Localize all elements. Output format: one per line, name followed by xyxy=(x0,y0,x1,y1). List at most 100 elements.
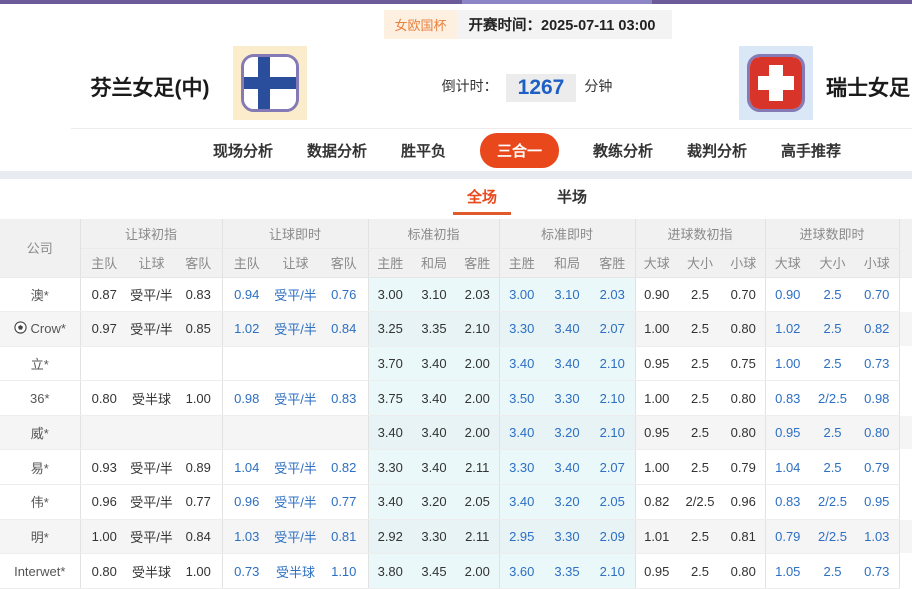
cutoff-cell xyxy=(899,449,912,486)
odds-cell: 0.95 xyxy=(635,415,678,451)
odds-cell: 0.73 xyxy=(855,346,900,382)
odds-cell: 2.11 xyxy=(456,519,500,555)
odds-cell: 3.30 xyxy=(499,311,544,347)
odds-cell: 3.30 xyxy=(412,519,456,555)
sub-header: 小球 xyxy=(722,248,766,278)
odds-cell: 3.70 xyxy=(368,346,412,382)
odds-cell: 1.00 xyxy=(175,380,223,416)
odds-cell: 3.30 xyxy=(368,449,412,486)
odds-cell: 2/2.5 xyxy=(810,380,856,416)
odds-cell: 2.10 xyxy=(590,553,636,589)
odds-cell: 0.97 xyxy=(80,311,128,347)
analysis-nav: 现场分析 数据分析 胜平负 三合一 教练分析 裁判分析 高手推荐 xyxy=(71,128,912,171)
odds-cell xyxy=(271,346,320,382)
odds-row-3: 立* 3.70 3.40 2.00 3.40 3.40 2.10 0.95 2.5 0.75 1.0… xyxy=(0,346,912,382)
odds-cell xyxy=(128,415,175,451)
nav-tab-1[interactable]: 现场分析 xyxy=(213,140,273,161)
cutoff-cell xyxy=(899,484,912,520)
company-cell[interactable]: 易* xyxy=(0,449,81,486)
nav-tab-7[interactable]: 高手推荐 xyxy=(781,140,841,161)
odds-cell: 3.20 xyxy=(544,484,590,520)
odds-cell: 2/2.5 xyxy=(810,484,856,520)
odds-cell: 0.96 xyxy=(80,484,128,520)
odds-cell xyxy=(271,415,320,451)
odds-cell: 0.83 xyxy=(765,380,811,416)
odds-cell: 3.35 xyxy=(544,553,590,589)
odds-cell: 0.76 xyxy=(320,277,369,313)
odds-cell: 0.95 xyxy=(635,553,678,589)
nav-tab-3[interactable]: 胜平负 xyxy=(401,140,446,161)
sub-header: 主队 xyxy=(80,248,128,278)
nav-tab-6[interactable]: 裁判分析 xyxy=(687,140,747,161)
odds-cell: 0.70 xyxy=(722,277,766,313)
odds-cell: 3.35 xyxy=(412,311,456,347)
odds-cell: 0.79 xyxy=(765,519,811,555)
odds-cell: 3.40 xyxy=(412,415,456,451)
sub-header: 客队 xyxy=(175,248,223,278)
company-cell[interactable]: 明* xyxy=(0,519,81,555)
odds-cell: 受平/半 xyxy=(128,449,175,486)
period-tab-1[interactable]: 全场 xyxy=(452,186,512,215)
sub-header: 客胜 xyxy=(590,248,636,278)
odds-cell: 0.82 xyxy=(320,449,369,486)
odds-table: 公司 让球初指 让球即时 标准初指 标准即时 进球数初指 进球数即时 主队 让球 客队 主队 让球 客队… xyxy=(0,219,912,589)
nav-tab-4[interactable]: 三合一 xyxy=(479,132,559,168)
nav-tab-5[interactable]: 教练分析 xyxy=(593,140,653,161)
odds-cell: 0.85 xyxy=(175,311,223,347)
odds-cell: 0.77 xyxy=(175,484,223,520)
odds-cell: 3.50 xyxy=(499,380,544,416)
company-cell[interactable]: 36* xyxy=(0,380,81,416)
odds-cell: 0.75 xyxy=(722,346,766,382)
odds-cell: 2.92 xyxy=(368,519,412,555)
soccer-ball-icon xyxy=(13,321,27,337)
start-time-label: 开赛时间：2025-07-11 03:00 xyxy=(456,9,672,39)
group-header-2: 让球即时 xyxy=(222,219,369,249)
company-cell[interactable]: 立* xyxy=(0,346,81,382)
odds-cell: 3.40 xyxy=(368,484,412,520)
odds-cell: 0.83 xyxy=(175,277,223,313)
odds-cell xyxy=(128,346,175,382)
odds-cell: 3.40 xyxy=(544,346,590,382)
odds-cell xyxy=(320,346,369,382)
odds-cell: 0.81 xyxy=(320,519,369,555)
company-cell[interactable]: 威* xyxy=(0,415,81,451)
odds-cell: 0.80 xyxy=(722,380,766,416)
odds-cell: 3.40 xyxy=(499,415,544,451)
company-cell[interactable]: 澳* xyxy=(0,277,81,313)
odds-cell: 1.03 xyxy=(222,519,271,555)
cutoff-cell xyxy=(899,519,912,555)
company-cell[interactable]: Interwet* xyxy=(0,553,81,589)
odds-cell: 2.07 xyxy=(590,311,636,347)
odds-cell: 2.10 xyxy=(590,415,636,451)
cutoff-cell xyxy=(899,311,912,347)
odds-cell xyxy=(222,415,271,451)
company-cell[interactable]: 伟* xyxy=(0,484,81,520)
odds-row-5: 威* 3.40 3.40 2.00 3.40 3.20 2.10 0.95 2.5 0.80 0.9… xyxy=(0,415,912,451)
odds-cell: 2.00 xyxy=(456,553,500,589)
odds-cell: 2.5 xyxy=(678,277,722,313)
countdown-value: 1267 xyxy=(505,74,577,102)
odds-cell: 2.07 xyxy=(590,449,636,486)
odds-cell: 受半球 xyxy=(271,553,320,589)
odds-cell: 1.02 xyxy=(765,311,811,347)
odds-cell: 2.5 xyxy=(810,346,856,382)
odds-cell: 2.5 xyxy=(678,346,722,382)
odds-cell: 2.5 xyxy=(810,277,856,313)
odds-cell: 0.80 xyxy=(722,311,766,347)
group-header-5: 进球数初指 xyxy=(635,219,766,249)
odds-cell: 3.40 xyxy=(368,415,412,451)
odds-cell: 2.5 xyxy=(678,380,722,416)
odds-cell: 2.00 xyxy=(456,415,500,451)
odds-cell: 2.5 xyxy=(678,415,722,451)
odds-cell: 0.82 xyxy=(635,484,678,520)
nav-tab-2[interactable]: 数据分析 xyxy=(307,140,367,161)
odds-cell: 受平/半 xyxy=(128,519,175,555)
odds-cell: 2.05 xyxy=(590,484,636,520)
odds-cell: 1.00 xyxy=(765,346,811,382)
odds-cell: 1.10 xyxy=(320,553,369,589)
period-tab-2[interactable]: 半场 xyxy=(549,186,595,215)
odds-cell: 2.03 xyxy=(590,277,636,313)
company-cell[interactable]: Crow* xyxy=(0,311,81,347)
odds-cell: 2.10 xyxy=(456,311,500,347)
odds-cell: 2.5 xyxy=(810,553,856,589)
